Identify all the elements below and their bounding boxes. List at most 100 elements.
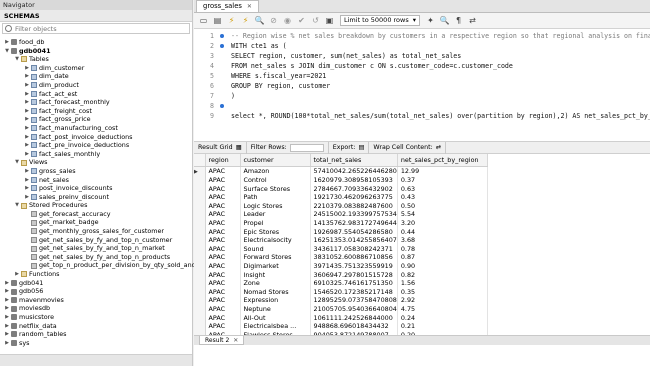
table-row[interactable]: ▶ APAC Amazon 57410042.265226446280 12.99 — [194, 166, 488, 177]
table-cell[interactable]: 1546520.172385217148 — [310, 287, 398, 297]
table-cell[interactable]: 2210379.083882487600 — [310, 201, 398, 211]
tree-node[interactable]: ▼ Tables — [0, 55, 192, 64]
word-wrap-icon[interactable]: ⇄ — [467, 15, 478, 26]
table-cell[interactable]: APAC — [205, 244, 241, 254]
tree-node[interactable]: get_net_sales_by_fy_and_top_n_customer — [0, 236, 192, 245]
chevron-right-icon[interactable]: ▶ — [4, 304, 10, 313]
tree-node[interactable]: ▶ dim_customer — [0, 64, 192, 73]
table-cell[interactable]: Amazon — [240, 166, 311, 177]
stop-icon[interactable]: ⊘ — [268, 15, 279, 26]
autocommit-icon[interactable]: ▣ — [324, 15, 335, 26]
tree-node[interactable]: ▶ gross_sales — [0, 167, 192, 176]
table-cell[interactable]: APAC — [205, 253, 241, 263]
find-icon[interactable]: 🔍 — [439, 15, 450, 26]
table-cell[interactable]: 21005705.954036640804 — [310, 305, 398, 314]
row-header[interactable] — [194, 176, 206, 185]
chevron-right-icon[interactable]: ▶ — [4, 313, 10, 322]
tree-node[interactable]: ▶ Functions — [0, 270, 192, 279]
table-row[interactable]: APAC Expression 12895259.073758470808 2.92 — [194, 296, 488, 305]
table-cell[interactable]: 3.20 — [397, 219, 488, 228]
chevron-right-icon[interactable]: ▶ — [24, 141, 30, 150]
beautify-icon[interactable]: ✦ — [425, 15, 436, 26]
table-cell[interactable]: Path — [240, 193, 311, 202]
table-cell[interactable]: 14135762.983172749644 — [310, 219, 398, 228]
tree-node[interactable]: ▶ fact_post_invoice_deductions — [0, 133, 192, 142]
row-header[interactable] — [194, 296, 206, 305]
filter-objects-box[interactable] — [2, 23, 190, 34]
chevron-right-icon[interactable]: ▶ — [24, 107, 30, 116]
table-cell[interactable]: 948868.696018434432 — [310, 322, 398, 331]
table-cell[interactable]: APAC — [205, 270, 241, 280]
table-cell[interactable]: 5.54 — [397, 210, 488, 220]
table-row[interactable]: APAC Neptune 21005705.954036640804 4.75 — [194, 305, 488, 314]
rollback-icon[interactable]: ↺ — [310, 15, 321, 26]
chevron-right-icon[interactable]: ▶ — [4, 279, 10, 288]
table-cell[interactable]: Digimarket — [240, 262, 311, 271]
chevron-right-icon[interactable]: ▶ — [24, 64, 30, 73]
invisible-chars-icon[interactable]: ¶ — [453, 15, 464, 26]
column-header-customer[interactable]: customer — [240, 154, 311, 167]
table-cell[interactable]: 0.21 — [397, 322, 488, 331]
chevron-down-icon[interactable]: ▼ — [14, 55, 20, 64]
tree-node[interactable]: get_market_badge — [0, 218, 192, 227]
table-row[interactable]: APAC Forward Stores 3831052.600886710856 0.… — [194, 253, 488, 263]
table-cell[interactable]: 0.43 — [397, 193, 488, 202]
table-cell[interactable]: APAC — [205, 219, 241, 228]
table-cell[interactable]: APAC — [205, 193, 241, 202]
result-grid-button[interactable]: Result Grid ▦ — [194, 141, 247, 154]
table-cell[interactable]: 1061111.242526844000 — [310, 313, 398, 323]
explain-icon[interactable]: 🔍 — [254, 15, 265, 26]
table-cell[interactable]: 0.87 — [397, 253, 488, 263]
row-header[interactable] — [194, 287, 206, 297]
table-cell[interactable]: 0.82 — [397, 270, 488, 280]
tree-node[interactable]: ▶ fact_manufacturing_cost — [0, 124, 192, 133]
execute-current-icon[interactable]: ⚡ — [240, 15, 251, 26]
schemas-header[interactable]: SCHEMAS — [0, 10, 192, 22]
table-cell[interactable]: Nomad Stores — [240, 287, 311, 297]
tree-node[interactable]: ▶ fact_act_est — [0, 90, 192, 99]
chevron-right-icon[interactable]: ▶ — [24, 133, 30, 142]
tree-node[interactable]: ▶ mavenmovies — [0, 296, 192, 305]
tree-node[interactable]: ▶ musicstore — [0, 313, 192, 322]
chevron-right-icon[interactable]: ▶ — [4, 322, 10, 331]
row-header[interactable] — [194, 322, 206, 331]
table-cell[interactable]: 3831052.600886710856 — [310, 253, 398, 263]
table-cell[interactable]: APAC — [205, 262, 241, 271]
row-header[interactable] — [194, 305, 206, 314]
chevron-down-icon[interactable]: ▼ — [14, 201, 20, 210]
execute-icon[interactable]: ⚡ — [226, 15, 237, 26]
row-header[interactable] — [194, 201, 206, 211]
table-cell[interactable]: Electricalsocity — [240, 236, 311, 245]
table-cell[interactable]: APAC — [205, 313, 241, 323]
table-row[interactable]: APAC Logic Stores 2210379.083882487600 0.50 — [194, 201, 488, 211]
chevron-right-icon[interactable]: ▶ — [24, 115, 30, 124]
table-cell[interactable]: 1620979.308958105393 — [310, 176, 398, 185]
table-cell[interactable]: APAC — [205, 184, 241, 194]
filter-rows-area[interactable]: Filter Rows: — [247, 141, 329, 154]
table-row[interactable]: APAC Surface Stores 2784667.709336432902 0.… — [194, 184, 488, 194]
row-header[interactable] — [194, 244, 206, 254]
chevron-right-icon[interactable]: ▶ — [24, 124, 30, 133]
table-row[interactable]: APAC Path 1921730.462096263775 0.43 — [194, 193, 488, 202]
toggle-continue-icon[interactable]: ◉ — [282, 15, 293, 26]
table-cell[interactable]: APAC — [205, 305, 241, 314]
tree-node[interactable]: ▶ food_db — [0, 38, 192, 47]
table-row[interactable]: APAC Sound 3436117.058308242371 0.78 — [194, 244, 488, 254]
table-row[interactable]: APAC Zone 6910325.746161751350 1.56 — [194, 279, 488, 288]
tree-node[interactable]: ▶ post_invoice_discounts — [0, 184, 192, 193]
table-cell[interactable]: 3436117.058308242371 — [310, 244, 398, 254]
table-row[interactable]: APAC All-Out 1061111.242526844000 0.24 — [194, 313, 488, 323]
table-row[interactable]: APAC Electricalsocity 16251353.01425585640… — [194, 236, 488, 245]
table-cell[interactable]: 3.68 — [397, 236, 488, 245]
table-cell[interactable]: Surface Stores — [240, 184, 311, 194]
column-header-region[interactable]: region — [205, 154, 241, 167]
table-cell[interactable]: APAC — [205, 296, 241, 305]
table-cell[interactable]: 57410042.265226446280 — [310, 166, 398, 177]
tree-node[interactable]: ▶ gdb056 — [0, 287, 192, 296]
tree-node[interactable]: ▶ fact_gross_price — [0, 115, 192, 124]
chevron-down-icon[interactable]: ▼ — [4, 47, 10, 56]
table-cell[interactable]: 0.90 — [397, 262, 488, 271]
table-cell[interactable]: 12895259.073758470808 — [310, 296, 398, 305]
row-header[interactable] — [194, 193, 206, 202]
tree-node[interactable]: ▶ random_tables — [0, 330, 192, 339]
